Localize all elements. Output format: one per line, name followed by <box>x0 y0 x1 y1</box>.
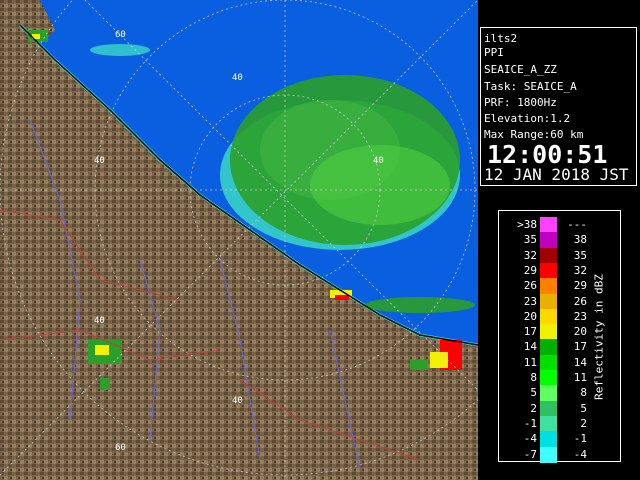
legend-low-value: 20 <box>523 309 537 323</box>
legend-swatch <box>540 415 557 432</box>
legend-high-value: 23 <box>573 309 587 323</box>
legend-high-value: 26 <box>573 294 587 308</box>
legend-row: 11 14 <box>499 354 587 371</box>
legend-swatch <box>540 308 557 325</box>
legend-low-value: -7 <box>523 447 537 461</box>
echo-band-north <box>90 44 150 56</box>
legend-swatch <box>540 217 557 233</box>
legend-low-value: 11 <box>523 355 537 369</box>
legend-row: 23 26 <box>499 293 587 310</box>
legend-swatch <box>540 354 557 371</box>
product-name: SEAICE_A_ZZ <box>484 63 557 76</box>
range-label-7: 40 <box>232 396 243 406</box>
legend-swatch <box>540 324 557 341</box>
legend-row: 20 23 <box>499 308 587 325</box>
legend-swatch <box>540 232 557 249</box>
legend-swatch <box>540 400 557 417</box>
legend-low-value: >38 <box>517 218 537 231</box>
legend-row: 35 38 <box>499 232 587 249</box>
range-label-3: 40 <box>94 156 105 166</box>
legend-title: Reflectivity in dBZ <box>592 274 606 400</box>
legend-high-value: 5 <box>580 401 587 415</box>
range-label-6: 60 <box>115 443 126 453</box>
legend-swatch <box>540 339 557 356</box>
legend-low-value: 23 <box>523 294 537 308</box>
legend-row: 25 <box>499 400 587 417</box>
range-label-4: 40 <box>373 156 384 166</box>
legend-row: 14 17 <box>499 339 587 356</box>
range-label-1: 60 <box>115 30 126 40</box>
legend-row: -7 -4 <box>499 446 587 463</box>
legend-high-value: 32 <box>573 263 587 277</box>
legend-row: >38 --- <box>499 217 587 233</box>
scan-date: 12 JAN 2018 JST <box>484 165 629 184</box>
legend-row: 58 <box>499 385 587 402</box>
legend-row: 29 32 <box>499 262 587 279</box>
legend-high-value: 38 <box>573 233 587 247</box>
legend-swatch <box>540 262 557 279</box>
legend-swatch <box>540 278 557 295</box>
elevation-value: Elevation:1.2 <box>484 112 571 125</box>
color-legend: >38 --- 35 38 32 35 29 32 26 29 23 26 20 23 17 20 14 17 11… <box>498 210 621 463</box>
legend-swatch <box>540 431 557 448</box>
legend-swatch <box>540 385 557 402</box>
legend-row: 32 35 <box>499 247 587 264</box>
legend-swatch <box>540 370 557 386</box>
legend-low-value: 8 <box>530 371 537 384</box>
legend-row: 26 29 <box>499 278 587 295</box>
legend-low-value: 32 <box>523 248 537 262</box>
legend-high-value: 17 <box>573 340 587 354</box>
legend-swatch <box>540 446 557 463</box>
legend-row: 17 20 <box>499 324 587 341</box>
range-label-5: 40 <box>94 316 105 326</box>
legend-low-value: 5 <box>530 386 537 400</box>
legend-low-value: 17 <box>523 325 537 339</box>
task-name: Task: SEAICE_A <box>484 80 577 93</box>
legend-swatch <box>540 293 557 310</box>
scan-type: PPI <box>484 46 504 59</box>
prf-value: PRF: 1800Hz <box>484 96 557 109</box>
legend-low-value: 29 <box>523 263 537 277</box>
radar-info-panel: ilts2 PPI SEAICE_A_ZZ Task: SEAICE_A PRF… <box>480 27 637 186</box>
legend-high-value: 29 <box>573 279 587 293</box>
legend-low-value: -4 <box>523 432 537 446</box>
legend-low-value: 2 <box>530 401 537 415</box>
site-name: ilts2 <box>484 32 518 45</box>
legend-high-value: 14 <box>573 355 587 369</box>
legend-low-value: 14 <box>523 340 537 354</box>
legend-row: 8 11 <box>499 370 587 386</box>
legend-high-value: --- <box>567 218 587 231</box>
echo-band-coast <box>365 297 475 313</box>
legend-row: -1 2 <box>499 415 587 432</box>
legend-high-value: -1 <box>573 432 587 446</box>
legend-high-value: 20 <box>573 325 587 339</box>
legend-high-value: -4 <box>573 447 587 461</box>
legend-high-value: 2 <box>580 416 587 430</box>
legend-low-value: 26 <box>523 279 537 293</box>
legend-high-value: 35 <box>573 248 587 262</box>
legend-low-value: 35 <box>523 233 537 247</box>
legend-swatch <box>540 247 557 264</box>
legend-low-value: -1 <box>523 416 537 430</box>
range-label-2: 40 <box>232 73 243 83</box>
legend-high-value: 8 <box>580 386 587 400</box>
legend-row: -4 -1 <box>499 431 587 448</box>
legend-high-value: 11 <box>573 371 587 384</box>
radar-map[interactable]: 60 40 40 40 40 60 40 <box>0 0 478 480</box>
